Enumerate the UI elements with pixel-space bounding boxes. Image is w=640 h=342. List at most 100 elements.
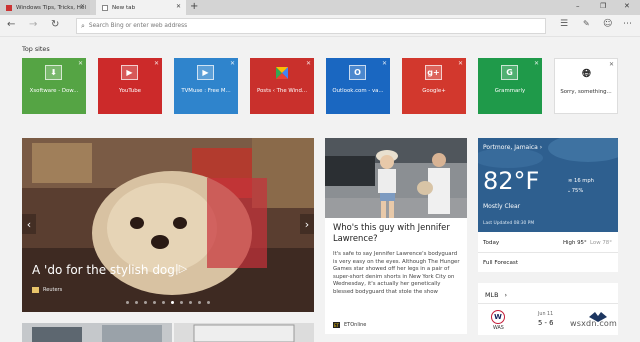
carousel-dot[interactable] bbox=[126, 301, 129, 304]
download-icon: ⬇ bbox=[45, 65, 62, 80]
carousel-dot[interactable] bbox=[207, 301, 210, 304]
top-sites-heading: Top sites bbox=[22, 45, 50, 53]
news-thumbnail[interactable] bbox=[22, 323, 172, 342]
play-video-icon[interactable]: |▷ bbox=[175, 262, 187, 275]
reading-list-icon[interactable]: ☰ bbox=[560, 19, 568, 29]
more-menu-icon[interactable]: ⋯ bbox=[623, 19, 632, 29]
top-site-tile[interactable]: ✕ O Outlook.com - va... bbox=[326, 58, 390, 114]
carousel-dot[interactable] bbox=[198, 301, 201, 304]
windows-logo-icon bbox=[273, 65, 290, 80]
top-site-tile[interactable]: ✕ ⬇ Xsoftware - Dow... bbox=[22, 58, 86, 114]
humidity: 💧︎ 75% bbox=[568, 188, 584, 194]
full-forecast-link[interactable]: Full Forecast bbox=[483, 260, 518, 266]
carousel-dot[interactable] bbox=[162, 301, 165, 304]
forecast-card: Today High 95° Low 78° Full Forecast bbox=[478, 232, 618, 272]
forward-arrow-icon[interactable]: → bbox=[29, 19, 37, 30]
top-site-label: Posts ‹ The Wind... bbox=[256, 88, 308, 94]
reuters-logo-icon bbox=[32, 287, 39, 293]
google-plus-icon: g+ bbox=[425, 65, 442, 80]
top-site-tile[interactable]: ✕ ▶ YouTube bbox=[98, 58, 162, 114]
hero-previous-arrow-icon[interactable]: ‹ bbox=[22, 214, 36, 234]
nationals-logo-icon: W bbox=[491, 310, 505, 324]
weather-last-updated: Last Updated 08:30 PM bbox=[483, 221, 535, 226]
tab-strip: Windows Tips, Tricks, Hel ✕ New tab ✕ + … bbox=[0, 0, 640, 15]
top-site-label: Xsoftware - Dow... bbox=[29, 88, 79, 94]
remove-tile-icon[interactable]: ✕ bbox=[382, 60, 387, 67]
top-site-label: Sorry, something... bbox=[560, 89, 612, 95]
minimize-icon[interactable]: – bbox=[576, 2, 580, 10]
article-headline[interactable]: Who's this guy with Jennifer Lawrence? bbox=[333, 222, 461, 244]
remove-tile-icon[interactable]: ✕ bbox=[230, 60, 235, 67]
new-tab-favicon-icon bbox=[102, 4, 108, 11]
mlb-scores-card[interactable]: MLB › W WAS Jun 11 5 - 6 wsxdn.com bbox=[478, 283, 618, 335]
carousel-dot[interactable] bbox=[180, 301, 183, 304]
tab-title: Windows Tips, Tricks, Hel bbox=[16, 4, 87, 11]
forecast-today-label: Today bbox=[483, 240, 500, 246]
restore-icon[interactable]: ❐ bbox=[600, 2, 606, 10]
hero-dog-photo bbox=[22, 138, 314, 312]
carousel-dot[interactable] bbox=[189, 301, 192, 304]
article-summary: It's safe to say Jennifer Lawrence's bod… bbox=[333, 251, 460, 295]
refresh-icon[interactable]: ↻ bbox=[51, 19, 59, 30]
top-site-tile[interactable]: ✕ Posts ‹ The Wind... bbox=[250, 58, 314, 114]
chevron-right-icon: › bbox=[504, 291, 508, 299]
hero-headline[interactable]: A 'do for the stylish dog bbox=[32, 263, 175, 277]
weather-location[interactable]: Portmore, Jamaica › bbox=[483, 144, 542, 151]
top-site-label: Google+ bbox=[422, 88, 446, 94]
article-card[interactable]: Who's this guy with Jennifer Lawrence? I… bbox=[325, 138, 467, 334]
outlook-icon: O bbox=[349, 65, 366, 80]
close-tab-icon[interactable]: ✕ bbox=[176, 3, 181, 10]
team-name: WAS bbox=[493, 326, 504, 331]
game-score: 5 - 6 bbox=[538, 319, 554, 327]
hero-source-name: Reuters bbox=[43, 287, 63, 293]
remove-tile-icon[interactable]: ✕ bbox=[534, 60, 539, 67]
remove-tile-icon[interactable]: ✕ bbox=[609, 61, 614, 68]
forecast-high: High 95° bbox=[563, 240, 587, 246]
hero-news-card[interactable]: ‹ › A 'do for the stylish dog |▷ Reuters bbox=[22, 138, 314, 312]
weather-card[interactable]: Portmore, Jamaica › 82°F ≋ 16 mph 💧︎ 75%… bbox=[478, 138, 618, 232]
carousel-dot[interactable] bbox=[135, 301, 138, 304]
carousel-dot[interactable] bbox=[144, 301, 147, 304]
close-tab-icon[interactable]: ✕ bbox=[80, 3, 85, 10]
etonline-logo-icon: ET bbox=[333, 322, 340, 328]
watermark: wsxdn.com bbox=[570, 319, 618, 328]
top-site-tile[interactable]: ✕ ▶ TVMuse : Free M... bbox=[174, 58, 238, 114]
carousel-dots bbox=[126, 301, 210, 304]
mlb-heading[interactable]: MLB › bbox=[485, 291, 507, 299]
location-chevron-icon: › bbox=[539, 144, 543, 151]
divider bbox=[478, 252, 618, 253]
top-site-tile[interactable]: ✕ 🌐︎ Sorry, something... bbox=[554, 58, 618, 114]
remove-tile-icon[interactable]: ✕ bbox=[458, 60, 463, 67]
address-bar[interactable]: ⌕ Search Bing or enter web address bbox=[76, 18, 546, 34]
wind-icon: ≋ bbox=[568, 178, 573, 184]
hero-next-arrow-icon[interactable]: › bbox=[300, 214, 314, 234]
carousel-dot[interactable] bbox=[171, 301, 174, 304]
divider bbox=[478, 303, 618, 304]
remove-tile-icon[interactable]: ✕ bbox=[306, 60, 311, 67]
top-site-label: Outlook.com - va... bbox=[332, 88, 384, 94]
globe-icon: 🌐︎ bbox=[582, 66, 591, 80]
remove-tile-icon[interactable]: ✕ bbox=[154, 60, 159, 67]
current-temperature: 82°F bbox=[483, 167, 540, 195]
search-icon: ⌕ bbox=[81, 21, 85, 30]
navigation-bar: ← → ↻ ⌕ Search Bing or enter web address… bbox=[0, 15, 640, 37]
feedback-smiley-icon[interactable]: ☺ bbox=[603, 19, 612, 29]
weather-condition: Mostly Clear bbox=[483, 203, 521, 210]
tab-new-tab[interactable]: New tab ✕ bbox=[96, 0, 186, 15]
article-source: ET ETOnline bbox=[333, 322, 366, 328]
back-arrow-icon[interactable]: ← bbox=[7, 19, 15, 30]
article-source-name: ETOnline bbox=[344, 322, 367, 328]
top-site-tile[interactable]: ✕ G Grammarly bbox=[478, 58, 542, 114]
top-site-label: YouTube bbox=[119, 88, 141, 94]
new-tab-plus-icon[interactable]: + bbox=[190, 1, 198, 12]
game-date: Jun 11 bbox=[538, 312, 554, 317]
top-site-tile[interactable]: ✕ g+ Google+ bbox=[402, 58, 466, 114]
address-placeholder: Search Bing or enter web address bbox=[88, 23, 188, 29]
news-thumbnail[interactable] bbox=[174, 323, 314, 342]
carousel-dot[interactable] bbox=[153, 301, 156, 304]
close-window-icon[interactable]: ✕ bbox=[624, 2, 630, 10]
forecast-low: Low 78° bbox=[590, 240, 612, 246]
web-note-icon[interactable]: ✎ bbox=[583, 19, 590, 28]
tab-windows-tips[interactable]: Windows Tips, Tricks, Hel ✕ bbox=[0, 0, 90, 15]
remove-tile-icon[interactable]: ✕ bbox=[78, 60, 83, 67]
